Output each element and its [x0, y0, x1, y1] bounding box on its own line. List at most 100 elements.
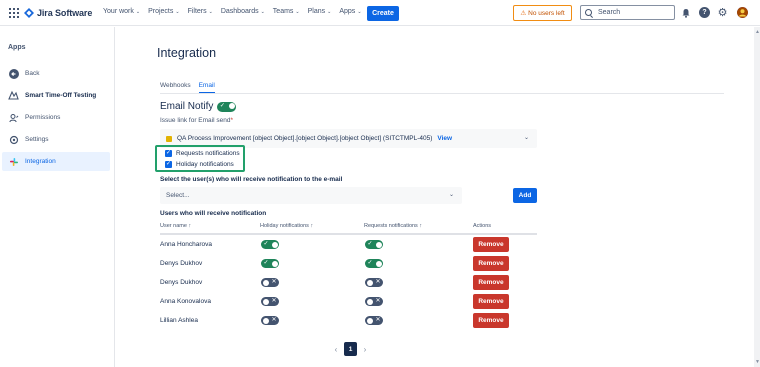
holiday-notification-toggle[interactable]: ✓: [261, 240, 279, 249]
user-name-cell: Denys Dukhov: [160, 279, 203, 286]
chevron-down-icon[interactable]: ⌄: [449, 191, 454, 198]
nav-item-label: Apps: [339, 8, 356, 15]
sidebar-item-integration[interactable]: Integration: [2, 152, 110, 171]
holiday-notification-toggle[interactable]: ✕: [261, 297, 279, 306]
requests-notifications-checkbox[interactable]: ✓ Requests notifications: [165, 150, 240, 157]
sidebar-item-back[interactable]: Back: [0, 64, 111, 83]
no-users-warning[interactable]: ⚠ No users left: [513, 5, 572, 21]
requests-notification-toggle[interactable]: ✕: [365, 278, 383, 287]
app-switcher-icon[interactable]: [9, 8, 19, 18]
checkbox-label: Requests notifications: [176, 150, 240, 157]
user-name-cell: Denys Dukhov: [160, 260, 203, 267]
holiday-notifications-checkbox[interactable]: ✓ Holiday notifications: [165, 161, 234, 168]
holiday-notification-toggle[interactable]: ✕: [261, 278, 279, 287]
avatar[interactable]: [737, 7, 748, 18]
requests-notification-toggle[interactable]: ✓: [365, 240, 383, 249]
table-header-divider: [160, 233, 537, 235]
sidebar: Apps Back Smart Time-Off Testing Permiss…: [0, 27, 115, 367]
issue-view-link[interactable]: View: [437, 135, 452, 142]
actions-cell: Remove: [473, 313, 509, 328]
tab-divider: [160, 93, 724, 94]
check-icon: ✓: [263, 241, 269, 247]
email-notify-label: Email Notify: [160, 101, 214, 112]
checkbox-checked-icon[interactable]: ✓: [165, 161, 172, 168]
nav-item[interactable]: Teams ⌄: [273, 8, 300, 15]
nav-item[interactable]: Plans ⌄: [308, 8, 332, 15]
nav-item[interactable]: Filters ⌄: [188, 8, 213, 15]
notifications-icon[interactable]: [680, 7, 691, 18]
gear-icon[interactable]: ⚙: [717, 7, 728, 19]
page-number-current[interactable]: 1: [344, 342, 357, 356]
chevron-down-icon[interactable]: ⌄: [524, 134, 529, 141]
warning-label: No users left: [528, 9, 565, 17]
add-button[interactable]: Add: [513, 188, 537, 203]
search-input[interactable]: Search: [580, 5, 675, 20]
nav-item[interactable]: Your work ⌄: [103, 8, 140, 15]
table-row: Denys Dukhov ✓ ✓ Remove: [160, 256, 537, 275]
top-navigation: Jira Software Your work ⌄ Projects ⌄ Filters…: [0, 0, 760, 26]
permissions-icon: [8, 112, 19, 123]
column-header-label: Holiday notifications: [260, 223, 309, 229]
next-page-icon[interactable]: ›: [359, 345, 371, 354]
nav-item[interactable]: Projects ⌄: [148, 8, 180, 15]
nav-item[interactable]: Apps ⌄: [339, 8, 361, 15]
sidebar-item-settings[interactable]: Settings: [0, 130, 111, 149]
remove-button[interactable]: Remove: [473, 237, 509, 252]
help-icon[interactable]: ?: [699, 7, 710, 18]
holiday-cell: ✓: [261, 256, 279, 271]
column-header-holiday[interactable]: Holiday notifications ↑: [260, 223, 313, 229]
email-notify-toggle[interactable]: ✓: [217, 101, 237, 112]
settings-icon: [8, 134, 19, 145]
sort-icon: ↑: [188, 223, 192, 229]
back-arrow-icon: [8, 68, 19, 79]
column-header-user-name[interactable]: User name ↑: [160, 223, 191, 229]
requests-notification-toggle[interactable]: ✕: [365, 297, 383, 306]
sidebar-item-permissions[interactable]: Permissions: [0, 108, 111, 127]
close-icon: ✕: [375, 317, 381, 323]
scroll-down-icon[interactable]: ▼: [755, 359, 760, 365]
checkbox-checked-icon[interactable]: ✓: [165, 150, 172, 157]
sidebar-item-label: Smart Time-Off Testing: [25, 92, 97, 99]
create-button[interactable]: Create: [367, 6, 399, 21]
remove-button[interactable]: Remove: [473, 313, 509, 328]
requests-notification-toggle[interactable]: ✓: [365, 259, 383, 268]
column-header-requests[interactable]: Requests notifications ↑: [364, 223, 422, 229]
scroll-up-icon[interactable]: ▲: [755, 29, 760, 35]
sidebar-item-label: Settings: [25, 136, 49, 143]
issue-link-value: QA Process Improvement [object Object].[…: [177, 135, 433, 142]
table-row: Denys Dukhov ✕ ✕ Remove: [160, 275, 537, 294]
remove-button[interactable]: Remove: [473, 256, 509, 271]
pagination: ‹ 1 ›: [330, 342, 371, 356]
chevron-down-icon: ⌄: [327, 8, 332, 15]
nav-item-label: Teams: [272, 8, 294, 15]
email-notify-row: Email Notify ✓: [160, 101, 237, 112]
holiday-notification-toggle[interactable]: ✓: [261, 259, 279, 268]
close-icon: ✕: [271, 298, 277, 304]
check-icon: ✓: [263, 260, 269, 266]
nav-item[interactable]: Dashboards ⌄: [221, 8, 265, 15]
prev-page-icon[interactable]: ‹: [330, 345, 342, 354]
sidebar-item-smart-time-off[interactable]: Smart Time-Off Testing: [0, 86, 111, 105]
chevron-down-icon: ⌄: [135, 8, 141, 15]
remove-button[interactable]: Remove: [473, 275, 509, 290]
user-name-cell: Anna Konovalova: [160, 298, 211, 305]
requests-notification-toggle[interactable]: ✕: [365, 316, 383, 325]
users-select[interactable]: Select... ⌄: [160, 187, 462, 204]
issue-link-label-text: Issue link for Email send: [160, 117, 231, 124]
requests-cell: ✓: [365, 256, 383, 271]
actions-cell: Remove: [473, 256, 509, 271]
nav-item-label: Filters: [187, 8, 207, 15]
check-icon: ✓: [367, 260, 373, 266]
close-icon: ✕: [271, 279, 277, 285]
nav-menu: Your work ⌄ Projects ⌄ Filters ⌄ Dashboards ⌄ Te…: [103, 8, 370, 15]
holiday-cell: ✕: [261, 294, 279, 309]
scrollbar[interactable]: ▲ ▼: [754, 27, 760, 367]
holiday-cell: ✕: [261, 313, 279, 328]
close-icon: ✕: [375, 279, 381, 285]
sidebar-item-label: Permissions: [25, 114, 61, 121]
holiday-notification-toggle[interactable]: ✕: [261, 316, 279, 325]
holiday-cell: ✕: [261, 275, 279, 290]
jira-logo[interactable]: Jira Software: [24, 7, 92, 19]
column-header-actions: Actions: [473, 223, 492, 229]
remove-button[interactable]: Remove: [473, 294, 509, 309]
